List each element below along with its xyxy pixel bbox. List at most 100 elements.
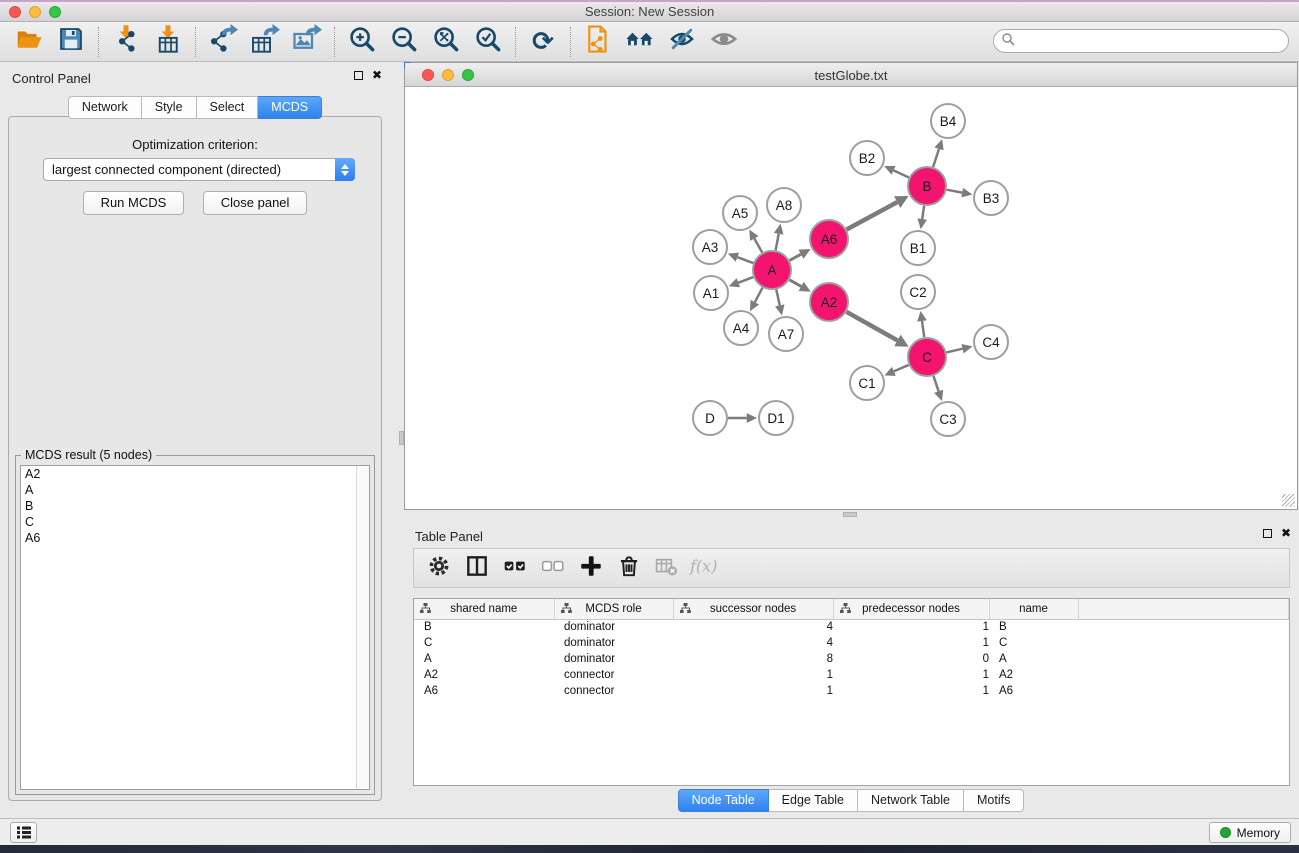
cell: dominator <box>554 635 673 651</box>
attribute-icon <box>840 603 851 617</box>
edge-arrow <box>775 304 784 315</box>
column-header-predecessor-nodes[interactable]: predecessor nodes <box>833 599 989 619</box>
result-item: C <box>21 514 369 530</box>
columns-button[interactable] <box>460 552 494 584</box>
tab-style[interactable]: Style <box>142 96 197 119</box>
export-network-icon <box>208 24 238 59</box>
deselect-all-icon <box>540 553 566 584</box>
node-label-B1: B1 <box>910 241 927 256</box>
table-row[interactable]: A6connector11A6 <box>414 683 1289 699</box>
edge-A-A3 <box>737 257 753 263</box>
home-button[interactable] <box>619 25 661 59</box>
show-graphics-button[interactable] <box>703 25 745 59</box>
settings-button[interactable] <box>422 552 456 584</box>
export-network-button[interactable] <box>202 25 244 59</box>
table-row[interactable]: Bdominator41B <box>414 619 1289 635</box>
mcds-panel: Optimization criterion: largest connecte… <box>8 116 382 801</box>
tab-node-table[interactable]: Node Table <box>678 789 769 812</box>
tab-edge-table[interactable]: Edge Table <box>769 789 858 812</box>
cell: B <box>989 619 1078 635</box>
edge-arrow <box>934 390 943 401</box>
tab-network[interactable]: Network <box>68 96 142 119</box>
open-icon <box>14 24 44 59</box>
cell: 1 <box>673 667 833 683</box>
refresh-button[interactable]: ⟳ <box>522 25 564 59</box>
result-item: A2 <box>21 466 369 482</box>
close-table-panel-icon[interactable]: ✖ <box>1281 529 1291 538</box>
delete-button[interactable] <box>612 552 646 584</box>
network-canvas[interactable]: B4B2BB3A8A5A6A3B1AC2A1A2A4A7C4CC1DD1C3 <box>405 87 1297 509</box>
close-panel-button[interactable]: Close panel <box>203 191 308 215</box>
export-image-button[interactable] <box>286 25 328 59</box>
zoom-in-icon <box>347 24 377 59</box>
node-label-C4: C4 <box>982 335 1000 350</box>
hide-details-button[interactable] <box>661 25 703 59</box>
zoom-selected-button[interactable] <box>467 25 509 59</box>
column-header-MCDS-role[interactable]: MCDS role <box>554 599 673 619</box>
task-history-button[interactable] <box>10 822 37 843</box>
float-panel-icon[interactable] <box>354 71 363 80</box>
zoom-selected-icon <box>473 24 503 59</box>
refresh-icon: ⟳ <box>532 29 554 55</box>
show-graphics-icon <box>709 24 739 59</box>
cell: 4 <box>673 635 833 651</box>
add-button[interactable] <box>574 552 608 584</box>
resize-grip[interactable] <box>1282 494 1295 507</box>
cell: 1 <box>833 635 989 651</box>
select-all-button[interactable] <box>498 552 532 584</box>
zoom-in-button[interactable] <box>341 25 383 59</box>
desktop-hscroll-thumb[interactable] <box>843 512 857 517</box>
table-row[interactable]: Adominator80A <box>414 651 1289 667</box>
tab-select[interactable]: Select <box>197 96 259 119</box>
table-panel: Table Panel ✖ f(x) shared nameMCDS roles… <box>403 520 1299 818</box>
column-header-successor-nodes[interactable]: successor nodes <box>673 599 833 619</box>
run-mcds-button[interactable]: Run MCDS <box>83 191 185 215</box>
node-label-A1: A1 <box>703 286 720 301</box>
zoom-out-button[interactable] <box>383 25 425 59</box>
network-from-file-button[interactable] <box>577 25 619 59</box>
search-field[interactable] <box>993 29 1289 53</box>
table-row[interactable]: Cdominator41C <box>414 635 1289 651</box>
import-table-button[interactable] <box>147 25 189 59</box>
node-label-A8: A8 <box>776 198 793 213</box>
select-stepper-icon <box>335 158 355 181</box>
export-table-icon <box>250 24 280 59</box>
tab-motifs[interactable]: Motifs <box>964 789 1024 812</box>
cell: 1 <box>833 619 989 635</box>
result-scrollbar[interactable] <box>356 466 369 789</box>
column-header-name[interactable]: name <box>989 599 1078 619</box>
control-panel-title: Control Panel <box>12 71 91 86</box>
desktop-vscroll-thumb[interactable] <box>399 431 404 445</box>
tab-network-table[interactable]: Network Table <box>858 789 964 812</box>
table-row[interactable]: A2connector11A2 <box>414 667 1289 683</box>
list-icon <box>16 825 32 840</box>
close-panel-icon[interactable]: ✖ <box>372 71 382 80</box>
mcds-result-list[interactable]: A2ABCA6 <box>20 465 370 790</box>
edge-C-C1 <box>894 365 909 371</box>
cell: C <box>989 635 1078 651</box>
import-network-button[interactable] <box>105 25 147 59</box>
float-table-panel-icon[interactable] <box>1263 529 1272 538</box>
edge-arrow <box>728 253 739 262</box>
column-label: successor nodes <box>710 603 796 615</box>
node-label-A6: A6 <box>821 232 838 247</box>
memory-button[interactable]: Memory <box>1209 822 1291 843</box>
tab-mcds[interactable]: MCDS <box>258 96 322 119</box>
network-view-window: testGlobe.txt B4B2BB3A8A5A6A3B1AC2A1A2A4… <box>404 62 1298 510</box>
criterion-select[interactable]: largest connected component (directed) <box>43 158 355 181</box>
network-window-title: testGlobe.txt <box>405 68 1297 83</box>
attribute-icon <box>680 603 691 617</box>
node-label-D1: D1 <box>767 411 784 426</box>
app-title: Session: New Session <box>0 4 1299 19</box>
result-item: A <box>21 482 369 498</box>
column-header-shared-name[interactable]: shared name <box>414 599 554 619</box>
open-button[interactable] <box>8 25 50 59</box>
search-input[interactable] <box>1015 32 1288 50</box>
deselect-all-button[interactable] <box>536 552 570 584</box>
cell: connector <box>554 667 673 683</box>
edge-A-A2 <box>789 280 801 287</box>
edge-A-A1 <box>738 277 753 283</box>
export-table-button[interactable] <box>244 25 286 59</box>
zoom-fit-button[interactable] <box>425 25 467 59</box>
save-button[interactable] <box>50 25 92 59</box>
